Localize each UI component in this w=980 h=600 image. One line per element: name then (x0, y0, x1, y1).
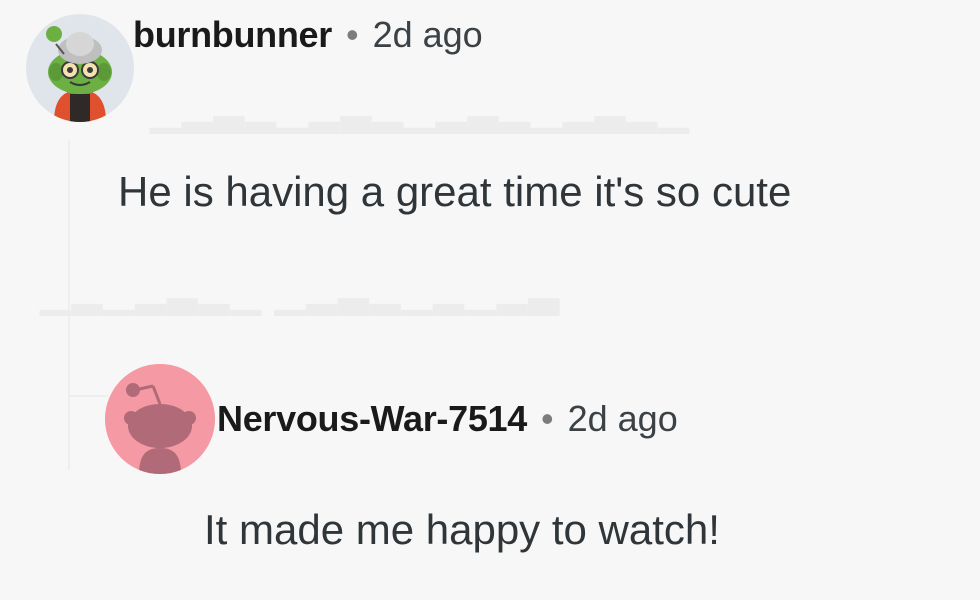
username-link[interactable]: burnbunner (133, 14, 332, 56)
reply-connector-line (68, 395, 108, 397)
meta-separator: • (345, 14, 359, 55)
meta-separator: • (541, 398, 554, 439)
comment-header: burnbunner • 2d ago (133, 14, 483, 56)
username-link[interactable]: Nervous-War-7514 (217, 398, 527, 440)
comment-body: It made me happy to watch! (204, 506, 720, 553)
avatar[interactable] (105, 364, 215, 474)
timestamp: 2d ago (567, 398, 678, 439)
avatar[interactable] (26, 14, 134, 122)
default-snoo-avatar-icon (105, 364, 215, 474)
ghost-overlay-1: ▁▂▃▂▁▂▃▂▁▂▃▂▁▂▃▂▁ (150, 89, 690, 133)
comment-header: Nervous-War-7514 • 2d ago (217, 398, 678, 440)
comment-body: He is having a great time it's so cute (118, 168, 792, 215)
goblin-snoo-avatar-icon (26, 14, 134, 122)
timestamp: 2d ago (372, 14, 483, 55)
ghost-overlay-2: ▁▂▁▂▃▂▁ ▁▂▃▂▁▂▁▂▃ (40, 271, 561, 315)
